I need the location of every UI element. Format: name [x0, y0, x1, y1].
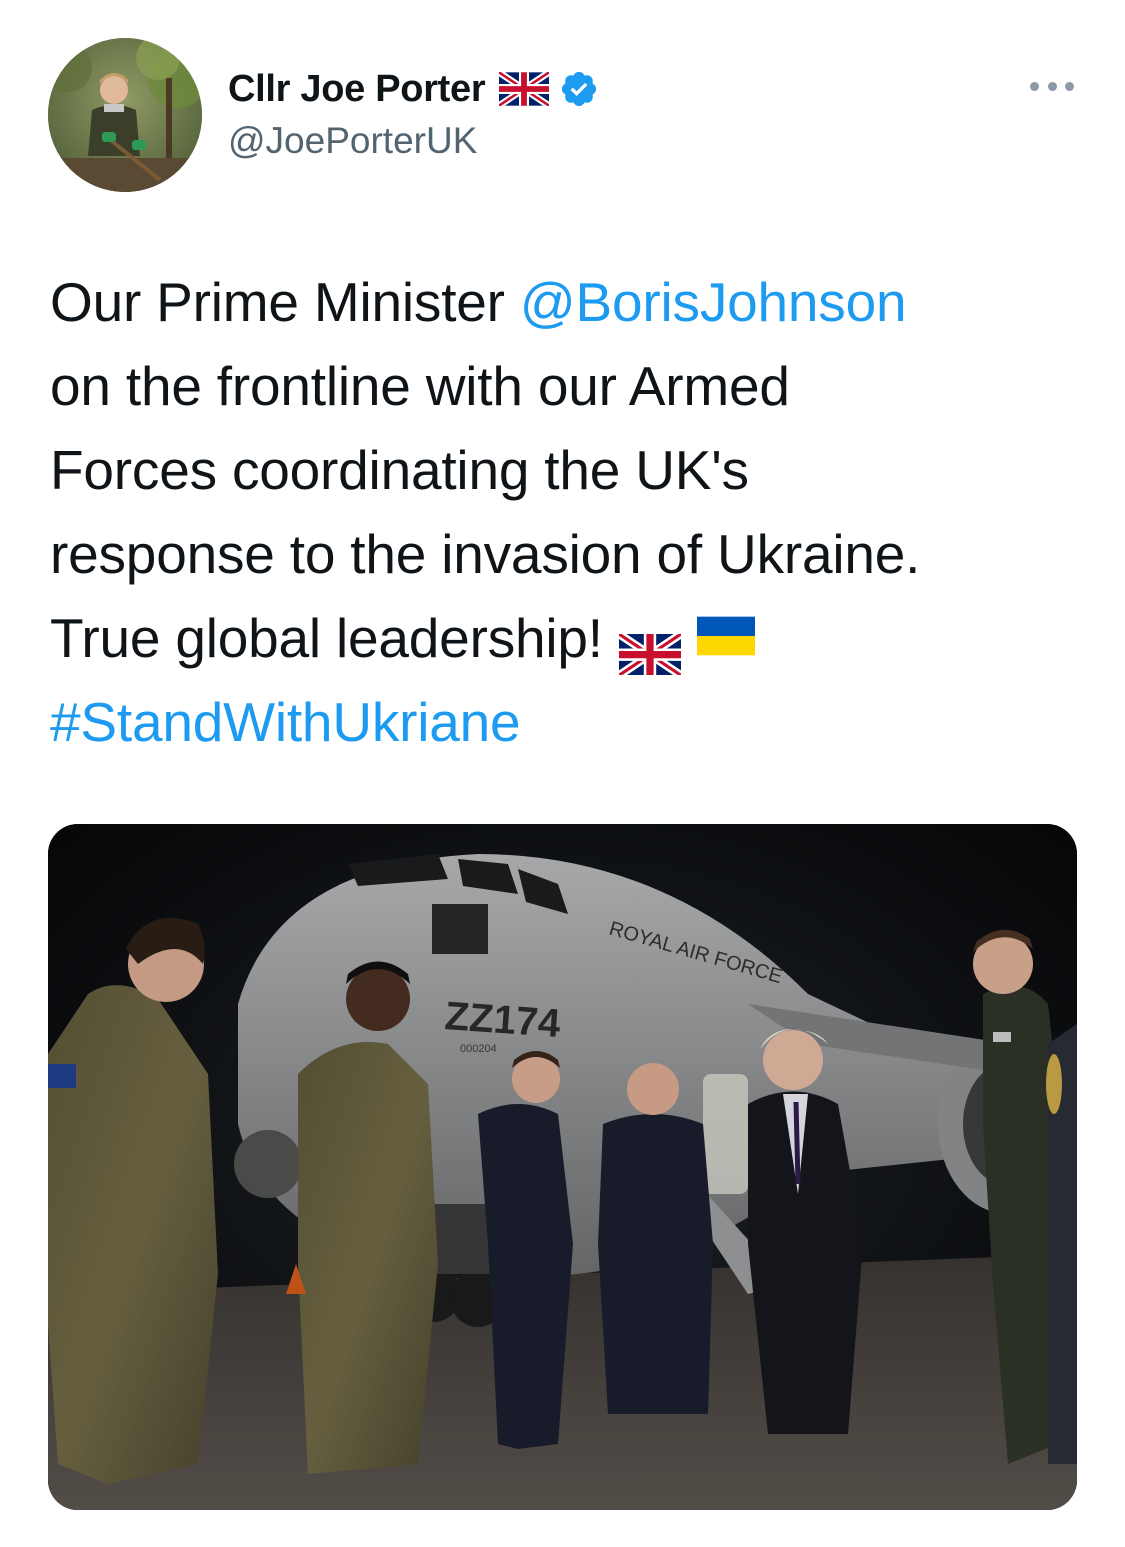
tweet-text-segment: Our Prime Minister: [50, 271, 520, 333]
media-photo: ZZ174 000204 ROYAL AIR FORCE: [48, 824, 1077, 1510]
uk-flag-icon: [499, 72, 550, 106]
more-dot: [1047, 81, 1057, 91]
ukraine-flag-icon: [696, 616, 755, 656]
mention-link[interactable]: @BorisJohnson: [520, 271, 907, 333]
author-handle[interactable]: @JoePorterUK: [228, 120, 477, 162]
tweet-line-2: on the frontline with our Armed: [50, 355, 790, 417]
tweet-media-image[interactable]: ZZ174 000204 ROYAL AIR FORCE: [48, 824, 1077, 1510]
avatar-photo: [48, 38, 202, 192]
avatar[interactable]: [48, 38, 202, 192]
tweet-line-5: True global leadership!: [50, 596, 1090, 680]
more-dot: [1065, 81, 1074, 91]
uk-flag-icon: [616, 614, 684, 679]
author-name-row: Cllr Joe Porter: [228, 66, 599, 112]
verified-badge-icon: [559, 69, 599, 109]
tweet-line-1: Our Prime Minister @BorisJohnson: [50, 260, 1090, 344]
author-display-name[interactable]: Cllr Joe Porter: [228, 68, 486, 111]
hashtag-link[interactable]: #StandWithUkriane: [50, 680, 1090, 764]
tweet-line-3: Forces coordinating the UK's: [50, 439, 749, 501]
more-dot: [1030, 81, 1039, 91]
tweet-text: Our Prime Minister @BorisJohnson on the …: [50, 260, 1090, 764]
tweet-line-4: response to the invasion of Ukraine.: [50, 523, 921, 585]
more-options-icon[interactable]: [1030, 76, 1074, 96]
tweet-text-segment: True global leadership!: [50, 607, 603, 669]
tweet-card: Cllr Joe Porter @JoePorterUK Our Prime M…: [0, 0, 1125, 1547]
